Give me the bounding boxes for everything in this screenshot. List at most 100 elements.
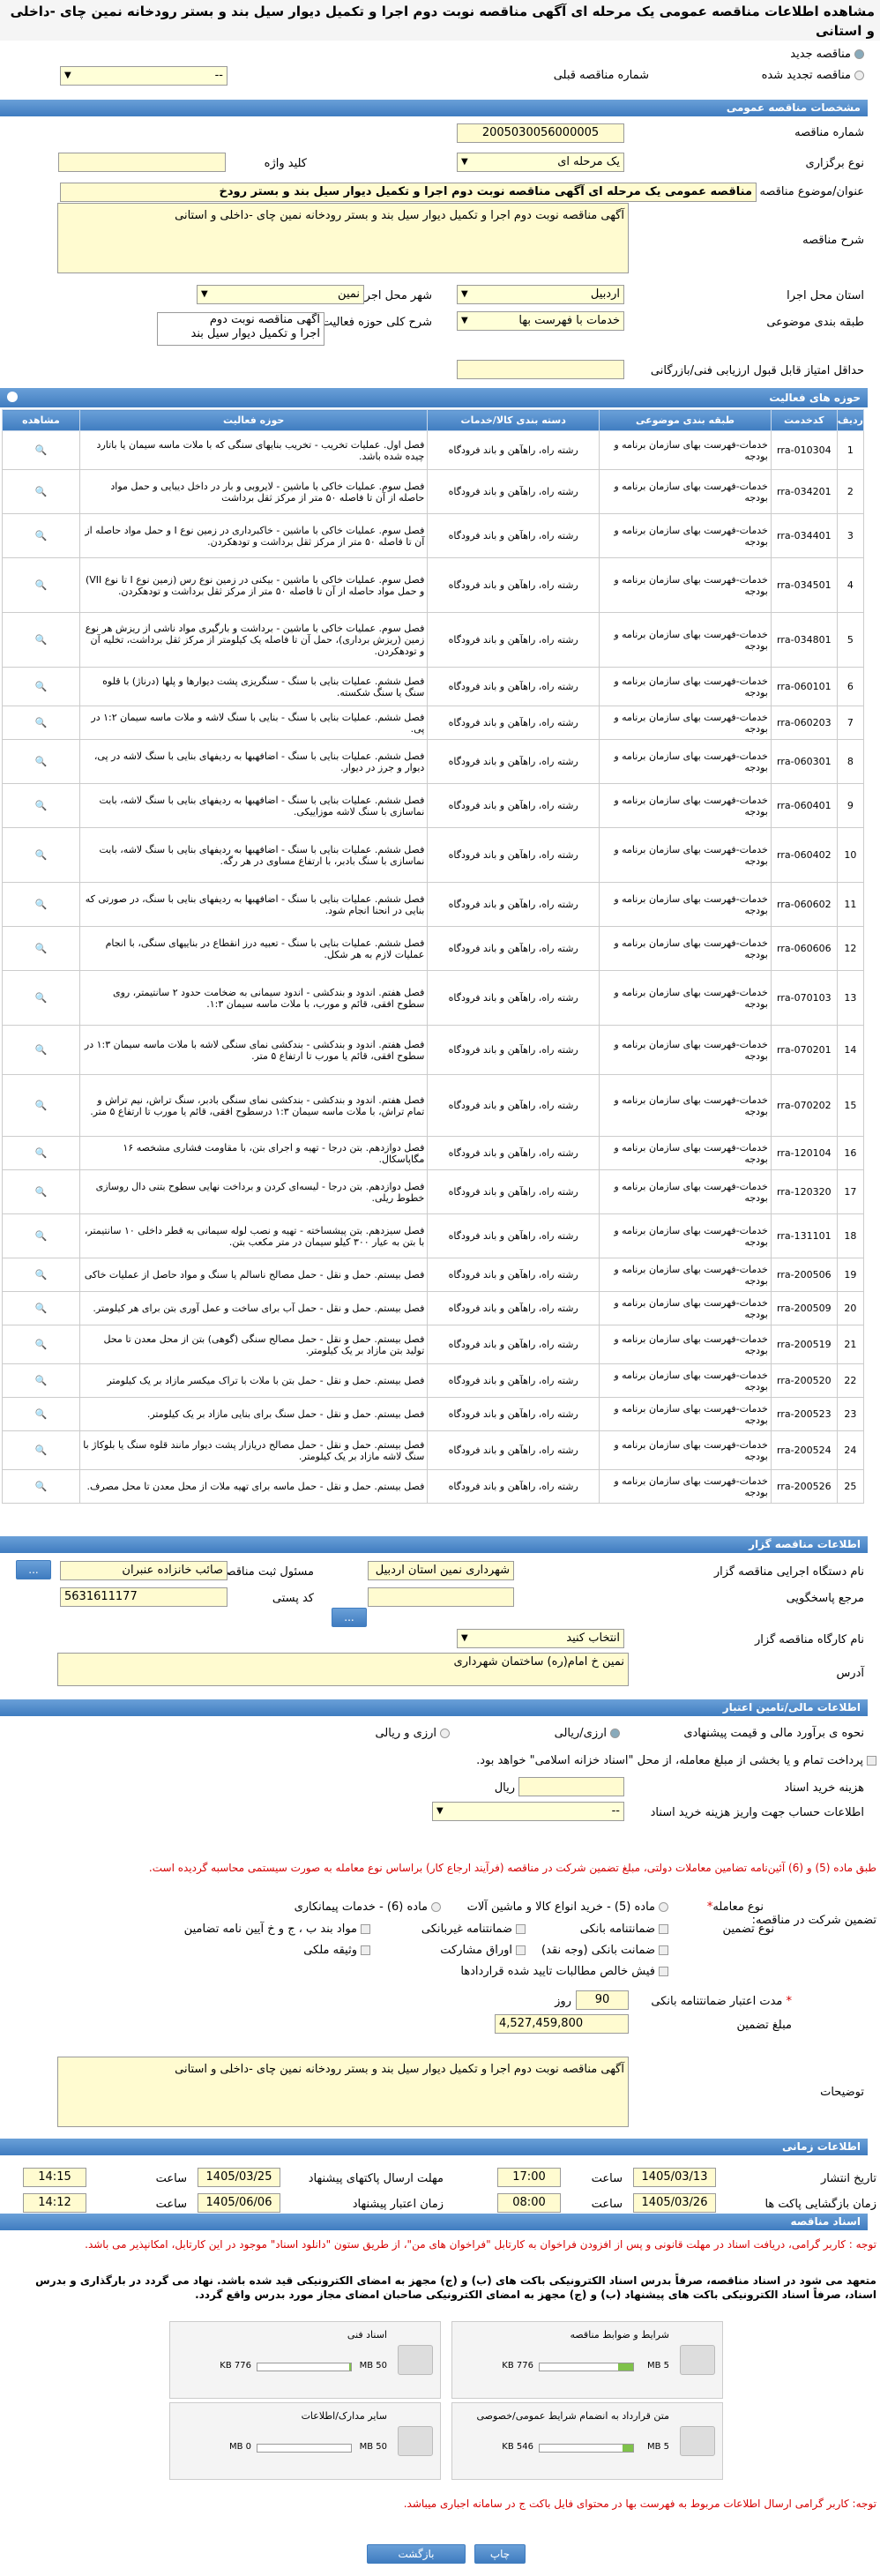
- org-name-field[interactable]: شهرداری نمین استان اردبیل: [368, 1561, 514, 1580]
- validity-bid-time-field[interactable]: 14:12: [23, 2193, 86, 2213]
- checkbox-icon[interactable]: [659, 1945, 668, 1955]
- cell-view[interactable]: 🔍: [2, 739, 80, 784]
- scope-list[interactable]: آگهی مناقصه نوبت دوم اجرا و تکمیل دیوار س…: [157, 312, 324, 346]
- deal-opt-1[interactable]: ماده (5) - خرید انواع کالا و ماشین آلات: [467, 1900, 668, 1914]
- guar-opt-claims[interactable]: فیش خالص مطالبات تایید شده قراردادها: [460, 1965, 668, 1978]
- cell-view[interactable]: 🔍: [2, 513, 80, 558]
- radio-icon[interactable]: [431, 1902, 441, 1912]
- min-score-field[interactable]: [457, 360, 624, 379]
- tender-number-field[interactable]: 2005030056000005: [457, 123, 624, 143]
- checkbox-icon[interactable]: [659, 1924, 668, 1934]
- checkbox-icon[interactable]: [867, 1756, 876, 1766]
- checkbox-icon[interactable]: [659, 1967, 668, 1976]
- guar-amount-field[interactable]: 4,527,459,800: [495, 2014, 629, 2034]
- postal-field[interactable]: 5631611177: [60, 1587, 227, 1607]
- magnifier-icon[interactable]: 🔍: [35, 530, 48, 541]
- workshop-select[interactable]: انتخاب کنید ▼: [457, 1629, 624, 1648]
- magnifier-icon[interactable]: 🔍: [35, 1186, 48, 1198]
- checkbox-icon[interactable]: [516, 1945, 526, 1955]
- registrar-lookup-button[interactable]: ...: [16, 1560, 51, 1579]
- checkbox-icon[interactable]: [361, 1945, 370, 1955]
- back-button[interactable]: بازگشت: [367, 2544, 466, 2564]
- keyword-input[interactable]: [58, 153, 226, 172]
- cell-view[interactable]: 🔍: [2, 1325, 80, 1364]
- magnifier-icon[interactable]: 🔍: [35, 1481, 48, 1492]
- magnifier-icon[interactable]: 🔍: [35, 899, 48, 910]
- desc-textarea[interactable]: آگهی مناقصه نوبت دوم اجرا و تکمیل دیوار …: [57, 203, 629, 273]
- radio-renewed-tender[interactable]: مناقصه تجدید شده: [762, 69, 864, 82]
- magnifier-icon[interactable]: 🔍: [35, 1303, 48, 1314]
- cell-view[interactable]: 🔍: [2, 1397, 80, 1431]
- registrar-field[interactable]: صائب خانزاده عنبران: [60, 1561, 227, 1580]
- cell-view[interactable]: 🔍: [2, 667, 80, 706]
- hold-type-select[interactable]: یک مرحله ای ▼: [457, 153, 624, 172]
- cell-view[interactable]: 🔍: [2, 1074, 80, 1137]
- deal-opt-2[interactable]: ماده (6) - خدمات پیمانکاری: [295, 1900, 441, 1914]
- address-field[interactable]: نمین خ امام(ره) ساختمان شهرداری: [57, 1653, 629, 1686]
- magnifier-icon[interactable]: 🔍: [35, 1100, 48, 1111]
- city-select[interactable]: نمین ▼: [197, 285, 364, 304]
- cell-view[interactable]: 🔍: [2, 1136, 80, 1170]
- scope-item-2[interactable]: اجرا و تکمیل دیوار سیل بند: [161, 327, 321, 341]
- cell-view[interactable]: 🔍: [2, 1025, 80, 1075]
- magnifier-icon[interactable]: 🔍: [35, 717, 48, 728]
- cell-view[interactable]: 🔍: [2, 1169, 80, 1214]
- magnifier-icon[interactable]: 🔍: [35, 486, 48, 497]
- magnifier-icon[interactable]: 🔍: [35, 1269, 48, 1281]
- checkbox-icon[interactable]: [516, 1924, 526, 1934]
- cell-view[interactable]: 🔍: [2, 827, 80, 883]
- validity-field[interactable]: 90: [576, 1990, 629, 2010]
- radio-icon[interactable]: [440, 1729, 450, 1738]
- subject-class-select[interactable]: خدمات با فهرست بها ▼: [457, 311, 624, 331]
- magnifier-icon[interactable]: 🔍: [35, 849, 48, 861]
- cell-view[interactable]: 🔍: [2, 1258, 80, 1292]
- cell-view[interactable]: 🔍: [2, 1363, 80, 1398]
- magnifier-icon[interactable]: 🔍: [35, 579, 48, 591]
- file-box-contract[interactable]: متن قرارداد به انضمام شرایط عمومی/خصوصی …: [451, 2402, 723, 2480]
- cell-view[interactable]: 🔍: [2, 557, 80, 613]
- guar-opt-bylaw[interactable]: مواد بند ب ، ج و خ آیین نامه تضامین: [184, 1923, 370, 1936]
- validity-bid-field[interactable]: 1405/06/06: [198, 2193, 280, 2213]
- bid-time-field[interactable]: 14:15: [23, 2168, 86, 2187]
- subject-field[interactable]: مناقصه عمومی یک مرحله ای آگهی مناقصه نوب…: [60, 183, 757, 202]
- guar-opt-cash[interactable]: ضمانت بانکی (وجه نقد): [541, 1944, 668, 1957]
- magnifier-icon[interactable]: 🔍: [35, 943, 48, 954]
- province-select[interactable]: اردبیل ▼: [457, 285, 624, 304]
- magnifier-icon[interactable]: 🔍: [35, 1445, 48, 1456]
- magnifier-icon[interactable]: 🔍: [35, 1339, 48, 1350]
- cell-view[interactable]: 🔍: [2, 612, 80, 668]
- radio-icon[interactable]: [610, 1729, 620, 1738]
- cell-view[interactable]: 🔍: [2, 882, 80, 927]
- pub-date-field[interactable]: 1405/03/13: [633, 2168, 716, 2187]
- ref-lookup-button[interactable]: ...: [332, 1608, 367, 1627]
- radio-rial-foreign[interactable]: ارزی و ریالی: [375, 1727, 450, 1740]
- magnifier-icon[interactable]: 🔍: [35, 1408, 48, 1420]
- guar-opt-bonds[interactable]: اوراق مشارکت: [440, 1944, 526, 1957]
- cell-view[interactable]: 🔍: [2, 926, 80, 971]
- magnifier-icon[interactable]: 🔍: [35, 634, 48, 646]
- cell-view[interactable]: 🔍: [2, 970, 80, 1026]
- magnifier-icon[interactable]: 🔍: [35, 992, 48, 1004]
- open-date-field[interactable]: 1405/03/26: [633, 2193, 716, 2213]
- radio-icon[interactable]: [659, 1902, 668, 1912]
- magnifier-icon[interactable]: 🔍: [35, 1375, 48, 1386]
- file-box-other[interactable]: سایر مدارک/اطلاعات 50 MB 0 MB: [169, 2402, 441, 2480]
- magnifier-icon[interactable]: 🔍: [35, 800, 48, 811]
- magnifier-icon[interactable]: 🔍: [35, 444, 48, 456]
- cell-view[interactable]: 🔍: [2, 706, 80, 740]
- guar-opt-property[interactable]: وثیقه ملکی: [303, 1944, 370, 1957]
- magnifier-icon[interactable]: 🔍: [35, 1147, 48, 1159]
- bid-deadline-field[interactable]: 1405/03/25: [198, 2168, 280, 2187]
- cell-view[interactable]: 🔍: [2, 783, 80, 828]
- open-time-field[interactable]: 08:00: [497, 2193, 561, 2213]
- radio-icon[interactable]: [854, 71, 864, 80]
- cell-view[interactable]: 🔍: [2, 430, 80, 470]
- pub-time-field[interactable]: 17:00: [497, 2168, 561, 2187]
- ref-field[interactable]: [368, 1587, 514, 1607]
- magnifier-icon[interactable]: 🔍: [35, 1044, 48, 1056]
- guar-opt-nonbank[interactable]: ضمانتنامه غیربانکی: [421, 1923, 526, 1936]
- cell-view[interactable]: 🔍: [2, 469, 80, 514]
- scope-item-1[interactable]: آگهی مناقصه نوبت دوم: [161, 313, 320, 327]
- radio-rial[interactable]: ارزی/ریالی: [555, 1727, 620, 1740]
- radio-new-tender[interactable]: مناقصه جدید: [790, 48, 864, 61]
